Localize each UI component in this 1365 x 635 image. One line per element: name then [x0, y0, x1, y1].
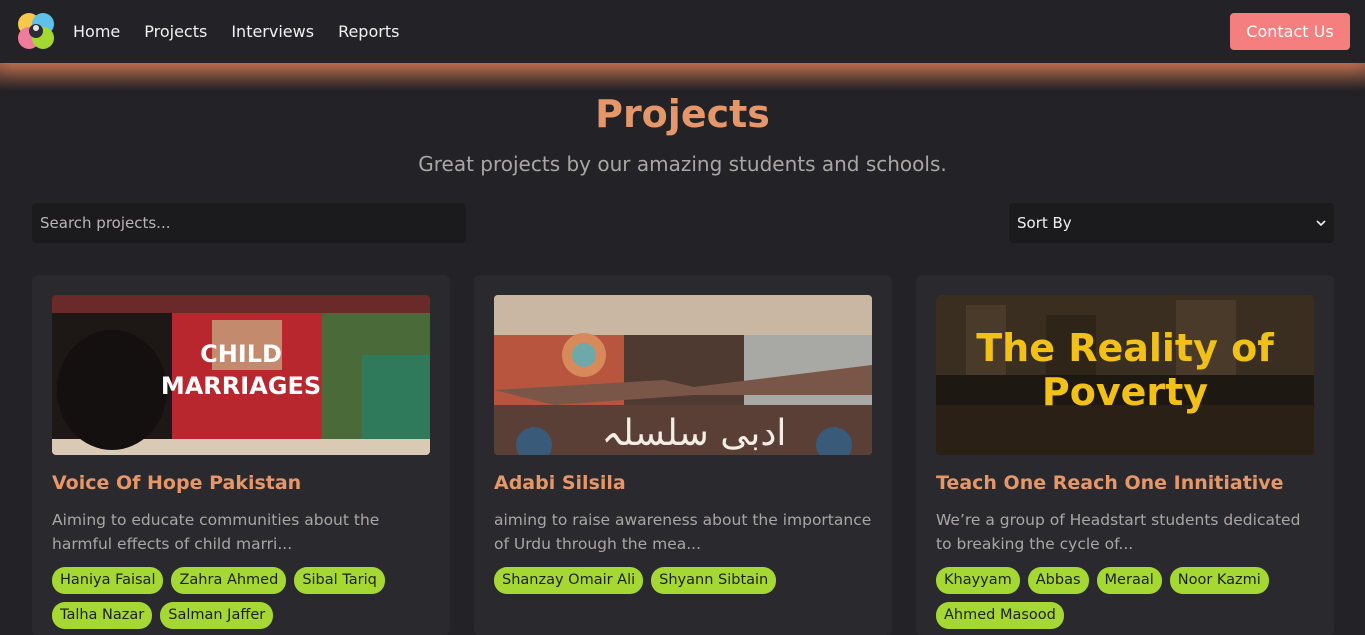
image-caption-line-2: MARRIAGES: [161, 372, 321, 400]
page-title: Projects: [595, 92, 770, 136]
navbar: Home Projects Interviews Reports Contact…: [0, 0, 1365, 63]
project-tags: Shanzay Omair Ali Shyann Sibtain: [494, 567, 874, 594]
nav-link-interviews[interactable]: Interviews: [231, 22, 314, 41]
project-title[interactable]: Adabi Silsila: [494, 472, 874, 494]
nav-link-projects[interactable]: Projects: [144, 22, 207, 41]
search-input[interactable]: [32, 203, 466, 243]
student-tag[interactable]: Ahmed Masood: [936, 602, 1064, 629]
colorful-logo-icon[interactable]: [15, 10, 57, 52]
student-tag[interactable]: Khayyam: [936, 567, 1020, 594]
project-description: aiming to raise awareness about the impo…: [494, 511, 872, 553]
student-tag[interactable]: Noor Kazmi: [1169, 567, 1269, 594]
project-image: The Reality of Poverty: [936, 295, 1314, 455]
navbar-glow: [0, 63, 1365, 91]
nav-links: Home Projects Interviews Reports: [73, 0, 423, 63]
project-tags: Haniya Faisal Zahra Ahmed Sibal Tariq Ta…: [52, 567, 432, 629]
nav-link-reports[interactable]: Reports: [338, 22, 399, 41]
project-image: CHILD MARRIAGES: [52, 295, 430, 455]
project-card[interactable]: ادبی سلسلہ Adabi Silsila aiming to raise…: [474, 275, 892, 635]
image-caption-line-1: CHILD: [200, 340, 282, 368]
student-tag[interactable]: Meraal: [1096, 567, 1162, 594]
student-tag[interactable]: Zahra Ahmed: [171, 567, 287, 594]
image-caption-line-2: Poverty: [1042, 370, 1208, 414]
chevron-down-icon: [1316, 220, 1326, 227]
student-tag[interactable]: Talha Nazar: [52, 602, 153, 629]
student-tag[interactable]: Abbas: [1027, 567, 1089, 594]
project-tags: Khayyam Abbas Meraal Noor Kazmi Ahmed Ma…: [936, 567, 1316, 629]
nav-link-home[interactable]: Home: [73, 22, 120, 41]
contact-us-button[interactable]: Contact Us: [1230, 13, 1350, 50]
student-tag[interactable]: Sibal Tariq: [294, 567, 385, 594]
project-card[interactable]: The Reality of Poverty Teach One Reach O…: [916, 275, 1334, 635]
child-marriages-image: CHILD MARRIAGES: [52, 295, 430, 455]
project-title[interactable]: Teach One Reach One Innitiative: [936, 472, 1316, 494]
image-caption-urdu: ادبی سلسلہ: [602, 413, 787, 454]
page-subtitle: Great projects by our amazing students a…: [418, 152, 947, 176]
project-image: ادبی سلسلہ: [494, 295, 872, 455]
project-card[interactable]: CHILD MARRIAGES Voice Of Hope Pakistan A…: [32, 275, 450, 635]
project-description: Aiming to educate communities about the …: [52, 511, 380, 553]
student-tag[interactable]: Salman Jaffer: [160, 602, 274, 629]
student-tag[interactable]: Shanzay Omair Ali: [494, 567, 644, 594]
project-title[interactable]: Voice Of Hope Pakistan: [52, 472, 432, 494]
sort-select[interactable]: Sort By: [1009, 203, 1334, 243]
student-tag[interactable]: Haniya Faisal: [52, 567, 164, 594]
image-caption-line-1: The Reality of: [976, 326, 1274, 370]
sort-select-value: Sort By: [1017, 214, 1072, 232]
project-description: We’re a group of Headstart students dedi…: [936, 511, 1301, 553]
reality-of-poverty-image: The Reality of Poverty: [936, 295, 1314, 455]
adabi-silsila-image: ادبی سلسلہ: [494, 295, 872, 455]
student-tag[interactable]: Shyann Sibtain: [651, 567, 777, 594]
